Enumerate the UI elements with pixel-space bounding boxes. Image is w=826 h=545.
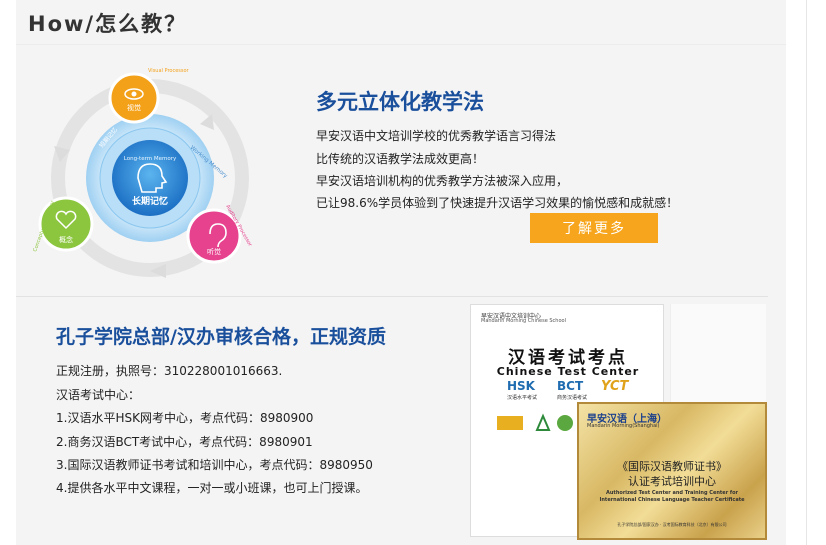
plaque-title-en: Chinese Test Center <box>496 365 640 378</box>
qualification-line: 汉语考试中心： <box>56 388 141 402</box>
qualification-line: 1.汉语水平HSK网考中心，考点代码：8980900 <box>56 411 314 425</box>
hsk-logo: HSK <box>507 379 535 393</box>
teaching-method-line: 比传统的汉语教学法成效更高！ <box>316 152 485 166</box>
bct-logo: BCT <box>557 379 584 393</box>
conceptual-node-label: 概念 <box>59 235 73 244</box>
plaque2-school-en: Mandarin Morning(Shanghai) <box>587 423 660 429</box>
qualification-line: 2.商务汉语BCT考试中心，考点代码：8980901 <box>56 435 313 449</box>
teacher-certificate-plaque: 早安汉语（上海） Mandarin Morning(Shanghai) 《国际汉… <box>577 402 767 540</box>
auditory-node-label: 听觉 <box>207 247 221 256</box>
plaque-school-en: Mandarin Morning Chinese School <box>481 318 566 324</box>
bct-logo-caption: 商务汉语考试 <box>557 395 588 401</box>
visual-node <box>108 72 160 124</box>
plaque2-en-line: Authorized Test Center and Training Cent… <box>606 490 738 496</box>
memory-center-en: Long-term Memory <box>124 156 177 162</box>
plaque2-footer: 孔子学院总部/国家汉办 · 汉考国际教育科技（北京）有限公司 <box>617 522 727 527</box>
learn-more-button[interactable]: 了解更多 <box>530 213 658 243</box>
visual-node-label: 视觉 <box>127 103 141 112</box>
teaching-method-line: 早安汉语中文培训学校的优秀教学语言习得法 <box>316 129 557 143</box>
plaque2-en-line: International Chinese Language Teacher C… <box>599 497 745 503</box>
visual-node-en: Visual Processor <box>148 68 190 74</box>
hsk-logo-caption: 汉语水平考试 <box>507 395 538 401</box>
qualification-line: 3.国际汉语教师证书考试和培训中心，考点代码：8980950 <box>56 458 373 472</box>
teaching-method-line: 已让98.6%学员体验到了快速提升汉语学习效果的愉悦感和成就感！ <box>316 196 679 210</box>
memory-center-cn: 长期记忆 <box>132 195 168 207</box>
qualification-line: 4.提供各水平中文课程，一对一或小班课，也可上门授课。 <box>56 481 368 495</box>
heading-divider <box>16 44 786 45</box>
memory-diagram: 长期记忆 Long-term Memory Working Memory 短期记… <box>32 68 253 278</box>
teaching-method-line: 早安汉语培训机构的优秀教学方法被深入应用， <box>316 174 569 188</box>
cycle-arrow-right <box>200 114 214 130</box>
plaque2-subtitle-line: 认证考试培训中心 <box>628 475 716 488</box>
yct-logo: YCT <box>601 379 629 394</box>
section-divider <box>16 296 768 297</box>
qualification-title: 孔子学院总部/汉办审核合格，正规资质 <box>56 326 386 348</box>
plaque2-title-line: 《国际汉语教师证书》 <box>617 460 727 473</box>
page-heading: How/怎么教？ <box>28 12 188 36</box>
teaching-method-title: 多元立体化教学法 <box>316 90 484 114</box>
scroll-edge-line <box>806 0 807 545</box>
qualification-line: 正规注册，执照号：310228001016663. <box>56 364 283 378</box>
partner-logos <box>497 413 573 431</box>
